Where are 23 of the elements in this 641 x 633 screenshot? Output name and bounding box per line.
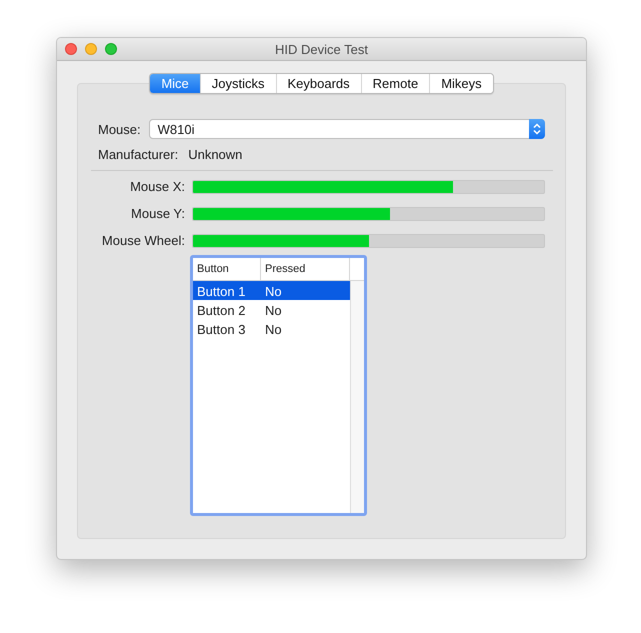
stepper-icon (533, 123, 541, 135)
minimize-button[interactable] (85, 43, 97, 55)
meter-label: Mouse Y: (130, 206, 186, 221)
table-cell[interactable]: No (261, 281, 350, 300)
mouse-popup[interactable]: W810i (148, 119, 545, 139)
tab[interactable]: Joysticks (200, 74, 276, 93)
window-title: HID Device Test (275, 42, 368, 56)
close-button[interactable] (65, 43, 77, 55)
tab[interactable]: Keyboards (276, 74, 361, 93)
zoom-button[interactable] (105, 43, 117, 55)
manufacturer-value: Unknown (188, 147, 242, 162)
tab[interactable]: Mikeys (429, 74, 493, 93)
table-cell[interactable]: No (261, 319, 350, 338)
tab[interactable]: Remote (360, 74, 430, 93)
meter-label: Mouse X: (129, 179, 186, 194)
field-label: Mouse: (98, 122, 141, 136)
table-cell[interactable]: Button 2 (193, 300, 261, 319)
table-cell[interactable]: No (261, 300, 350, 319)
buttons-table[interactable]: Button Pressed Button 1 No Button 2 No Button 3 No (190, 255, 367, 516)
meter-label: Mouse Wheel: (100, 233, 186, 248)
field-label: Manufacturer: (98, 147, 178, 162)
table-cell[interactable]: Button 3 (193, 319, 261, 338)
table-cell[interactable]: Button 1 (193, 281, 261, 300)
